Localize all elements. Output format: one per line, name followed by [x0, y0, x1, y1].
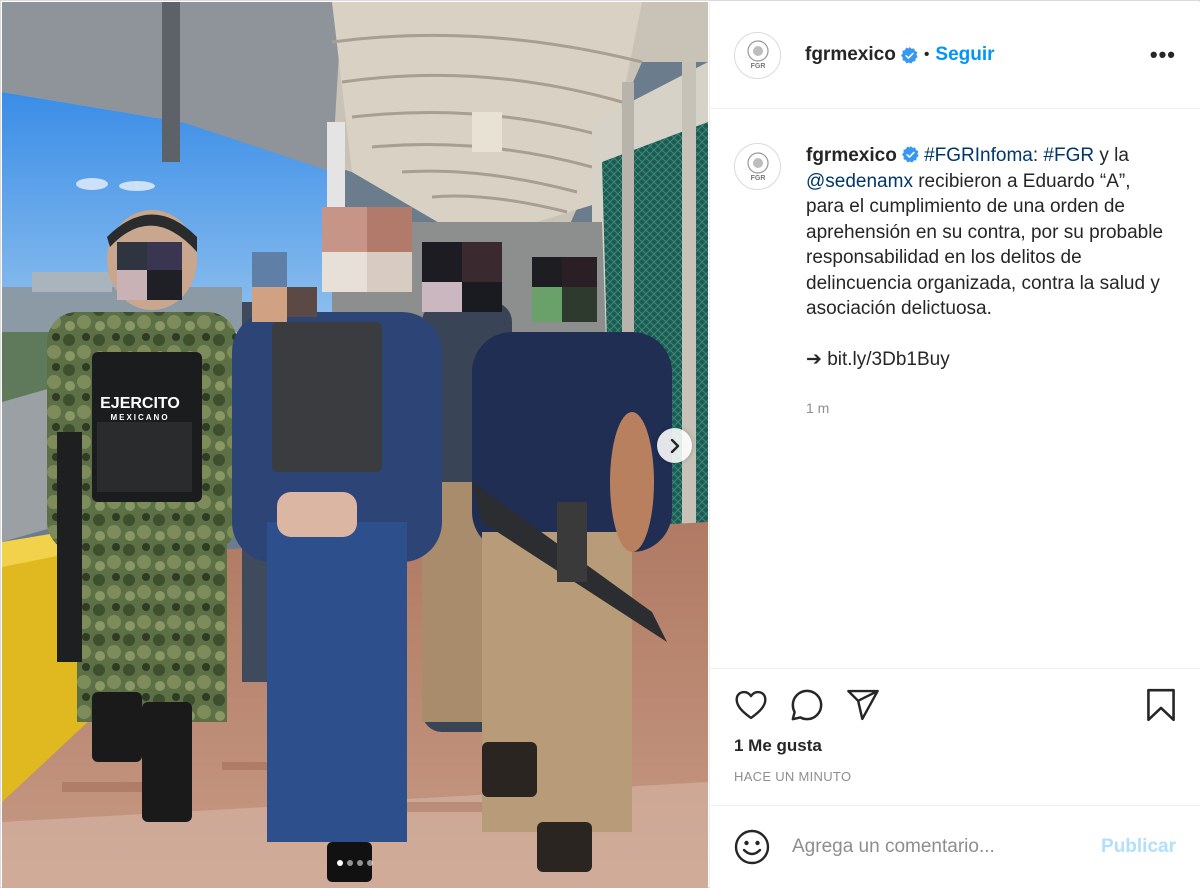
carousel-dot [357, 860, 363, 866]
avatar-label: FGR [750, 175, 765, 182]
hashtag-link[interactable]: #FGRInfoma [924, 145, 1033, 166]
carousel-dot [337, 860, 343, 866]
caption-username[interactable]: fgrmexico [806, 145, 897, 166]
caption-link[interactable]: ➔ bit.ly/3Db1Buy [806, 347, 1171, 373]
post-header: FGR fgrmexico • Seguir ••• [710, 2, 1200, 109]
fgr-logo-icon: FGR [746, 40, 769, 70]
avatar[interactable]: FGR [734, 31, 781, 79]
share-icon[interactable] [846, 689, 880, 721]
comment-form: Agrega un comentario... Publicar [710, 805, 1200, 888]
caption-text: fgrmexico #FGRInfoma: #FGR y la @sedenam… [806, 143, 1171, 422]
mention-link[interactable]: @sedenamx [806, 171, 913, 192]
vest-label-line2: MEXICANO [110, 413, 170, 422]
more-options-button[interactable]: ••• [1150, 42, 1176, 68]
caption-time: 1 m [806, 400, 830, 416]
vest-label-line1: EJERCITO [100, 395, 180, 412]
fgr-logo-icon: FGR [746, 151, 769, 182]
likes-count[interactable]: 1 Me gusta [710, 723, 1200, 756]
carousel-indicator [2, 860, 708, 866]
action-icons [710, 669, 1200, 723]
caption-connector: y la [1094, 145, 1129, 166]
follow-button[interactable]: Seguir [935, 44, 994, 66]
username-link[interactable]: fgrmexico [805, 44, 896, 66]
post-timestamp: HACE UN MINUTO [734, 769, 852, 784]
bookmark-icon[interactable] [1146, 688, 1176, 722]
avatar-label: FGR [750, 63, 765, 70]
emoji-icon[interactable] [734, 829, 770, 865]
chevron-right-icon [670, 438, 679, 453]
carousel-dot [347, 860, 353, 866]
post-actions: 1 Me gusta HACE UN MINUTO [710, 668, 1200, 784]
separator-dot: • [923, 46, 930, 63]
caption-avatar[interactable]: FGR [734, 143, 781, 190]
caption: FGR fgrmexico #FGRInfoma: #FGR y la @sed… [734, 143, 1171, 422]
post-side-panel: FGR fgrmexico • Seguir ••• FGR fgrmexico… [709, 2, 1200, 888]
comment-icon[interactable] [790, 688, 824, 722]
caption-colon: : [1032, 145, 1044, 166]
next-slide-button[interactable] [657, 428, 692, 463]
heart-icon[interactable] [734, 690, 768, 720]
instagram-post-frame: EJERCITO MEXICANO FGR fgrmexico • Seguir… [0, 0, 1200, 888]
photo-illustration [2, 2, 708, 888]
comment-input[interactable]: Agrega un comentario... [792, 836, 1101, 858]
post-photo[interactable]: EJERCITO MEXICANO [2, 2, 708, 888]
hashtag-link[interactable]: #FGR [1043, 145, 1094, 166]
publish-button[interactable]: Publicar [1101, 836, 1176, 858]
caption-message: recibieron a Eduardo “A”, para el cumpli… [806, 170, 1164, 320]
verified-badge-icon [900, 46, 918, 64]
vest-label: EJERCITO MEXICANO [95, 396, 185, 422]
header-user: fgrmexico • Seguir [805, 44, 995, 66]
verified-badge-icon [901, 146, 919, 163]
caption-body: fgrmexico #FGRInfoma: #FGR y la @sedenam… [806, 143, 1171, 322]
carousel-dot [367, 860, 373, 866]
comments-section: FGR fgrmexico #FGRInfoma: #FGR y la @sed… [710, 109, 1200, 667]
